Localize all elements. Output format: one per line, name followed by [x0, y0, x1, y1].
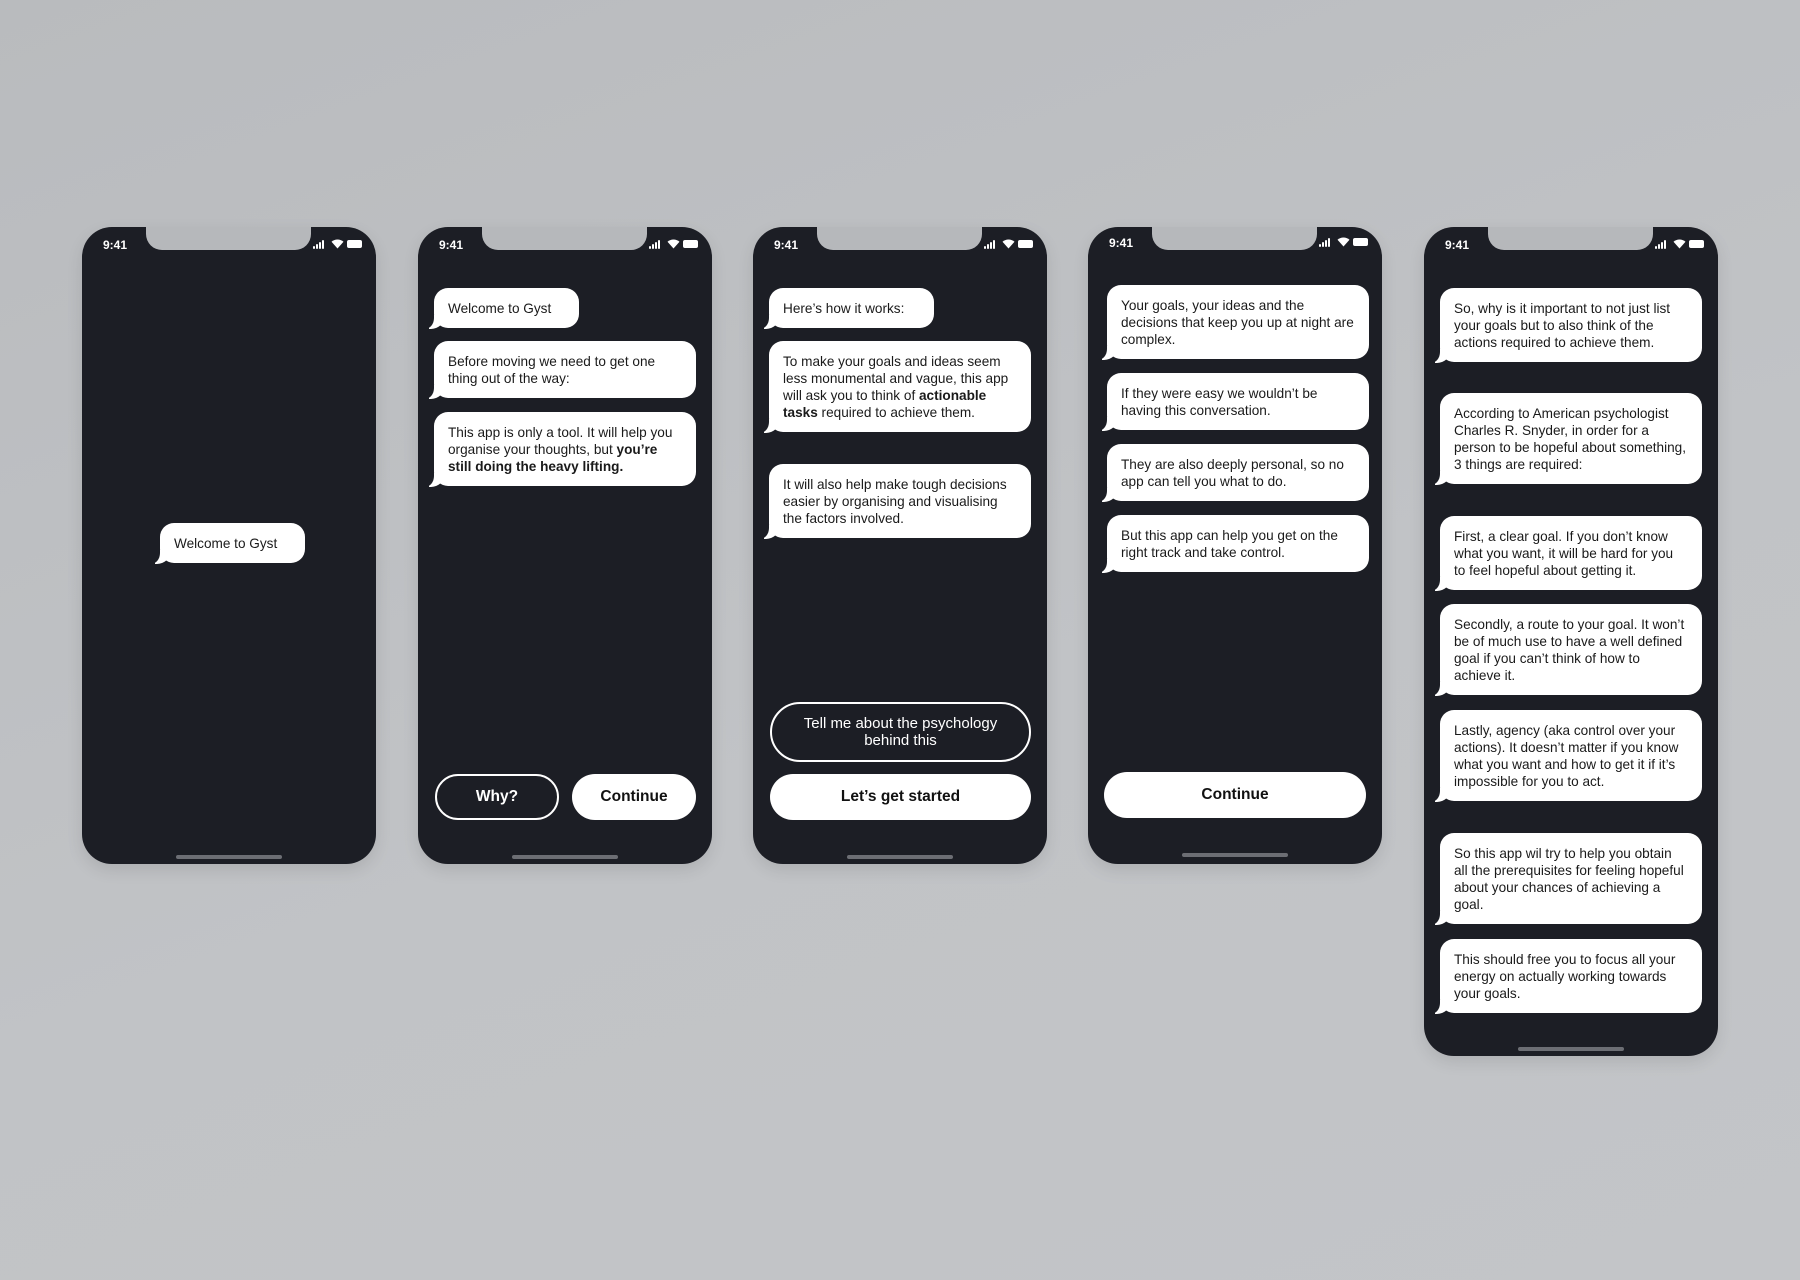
battery-icon — [1353, 238, 1368, 246]
signal-icon — [984, 239, 998, 249]
chat-bubble: This should free you to focus all your e… — [1429, 939, 1702, 1014]
status-icons — [1655, 239, 1705, 249]
status-time: 9:41 — [439, 238, 464, 252]
chat-bubble-text: Before moving we need to get one thing o… — [448, 354, 656, 386]
wifi-icon — [667, 239, 680, 249]
status-icons — [649, 239, 699, 249]
notch — [146, 227, 311, 250]
notch — [482, 227, 647, 250]
home-indicator — [1518, 1047, 1624, 1051]
status-icons — [1319, 237, 1369, 247]
chat-bubble: It will also help make tough decisions e… — [758, 464, 1031, 539]
chat-bubble: If they were easy we wouldn’t be having … — [1096, 373, 1369, 431]
chat-bubble-text: Lastly, agency (aka control over your ac… — [1454, 723, 1679, 789]
chat-bubble-text: But this app can help you get on the rig… — [1121, 528, 1338, 560]
phone-screen-psychology: 9:41 So, why is it important to not just… — [1424, 227, 1718, 1056]
status-time: 9:41 — [1445, 238, 1470, 252]
signal-icon — [1655, 239, 1669, 249]
chat-bubble-text: Here’s how it works: — [783, 301, 905, 316]
chat-bubble: To make your goals and ideas seem less m… — [758, 341, 1031, 433]
chat-bubble: According to American psychologist Charl… — [1429, 393, 1702, 485]
chat-bubble-text: They are also deeply personal, so no app… — [1121, 457, 1344, 489]
status-time: 9:41 — [1109, 236, 1134, 250]
wifi-icon — [331, 239, 344, 249]
chat-bubble-text: Welcome to Gyst — [174, 536, 278, 551]
signal-icon — [1319, 237, 1333, 247]
chat-bubble: This app is only a tool. It will help yo… — [423, 412, 696, 487]
battery-icon — [347, 240, 362, 248]
chat-bubble-text: required to achieve them. — [817, 405, 975, 420]
chat-bubble: So, why is it important to not just list… — [1429, 288, 1702, 363]
get-started-button[interactable]: Let’s get started — [770, 774, 1031, 820]
chat-bubble: Lastly, agency (aka control over your ac… — [1429, 710, 1702, 802]
status-time: 9:41 — [103, 238, 128, 252]
wifi-icon — [1673, 239, 1686, 249]
status-time: 9:41 — [774, 238, 799, 252]
get-started-button-label: Let’s get started — [840, 788, 961, 805]
chat-bubble-text: According to American psychologist Charl… — [1454, 406, 1687, 472]
chat-bubble-text: Welcome to Gyst — [448, 301, 552, 316]
chat-bubble: Welcome to Gyst — [149, 523, 305, 564]
phone-screen-how-it-works: 9:41 Here’s how it works: To make your g… — [753, 227, 1047, 864]
chat-bubble-text: Your goals, your ideas and the decisions… — [1121, 298, 1354, 347]
chat-bubble: Secondly, a route to your goal. It won’t… — [1429, 604, 1702, 696]
wifi-icon — [1002, 239, 1015, 249]
chat-bubble-text: If they were easy we wouldn’t be having … — [1121, 386, 1318, 418]
why-button[interactable]: Why? — [435, 774, 559, 820]
notch — [1152, 227, 1317, 250]
battery-icon — [1018, 240, 1033, 248]
status-icons — [984, 239, 1034, 249]
signal-icon — [649, 239, 663, 249]
chat-bubble: But this app can help you get on the rig… — [1096, 515, 1369, 573]
notch — [817, 227, 982, 250]
chat-bubble-text: So this app wil try to help you obtain a… — [1454, 846, 1684, 912]
signal-icon — [313, 239, 327, 249]
wifi-icon — [1337, 237, 1350, 247]
psychology-button[interactable]: Tell me about the psychology behind this — [770, 702, 1031, 762]
chat-bubble: Welcome to Gyst — [423, 288, 579, 329]
chat-bubble-text: First, a clear goal. If you don’t know w… — [1454, 529, 1674, 578]
home-indicator — [847, 855, 953, 859]
chat-bubble: First, a clear goal. If you don’t know w… — [1429, 516, 1702, 591]
chat-bubble-text: Secondly, a route to your goal. It won’t… — [1454, 617, 1685, 683]
continue-button[interactable]: Continue — [572, 774, 696, 820]
chat-bubble-text: So, why is it important to not just list… — [1454, 301, 1671, 350]
home-indicator — [1182, 853, 1288, 857]
battery-icon — [683, 240, 698, 248]
phone-screen-splash: 9:41 Welcome to Gyst — [82, 227, 376, 864]
chat-bubble: Before moving we need to get one thing o… — [423, 341, 696, 399]
chat-bubble-text: It will also help make tough decisions e… — [783, 477, 1007, 526]
home-indicator — [176, 855, 282, 859]
phone-screen-why: 9:41 Your goals, your ideas and the deci… — [1088, 227, 1382, 864]
continue-button[interactable]: Continue — [1104, 772, 1366, 818]
notch — [1488, 227, 1653, 250]
psychology-button-label: Tell me about the psychology behind this — [803, 715, 998, 749]
chat-bubble: So this app wil try to help you obtain a… — [1429, 833, 1702, 925]
chat-bubble: Your goals, your ideas and the decisions… — [1096, 285, 1369, 360]
why-button-label: Why? — [475, 788, 519, 805]
status-icons — [313, 239, 363, 249]
phone-screen-intro: 9:41 Welcome to Gyst Before moving we ne… — [418, 227, 712, 864]
chat-bubble: They are also deeply personal, so no app… — [1096, 444, 1369, 502]
chat-bubble: Here’s how it works: — [758, 288, 934, 329]
continue-button-label: Continue — [600, 788, 668, 805]
home-indicator — [512, 855, 618, 859]
continue-button-label: Continue — [1201, 786, 1269, 803]
chat-bubble-text: This should free you to focus all your e… — [1454, 952, 1676, 1001]
battery-icon — [1689, 240, 1704, 248]
